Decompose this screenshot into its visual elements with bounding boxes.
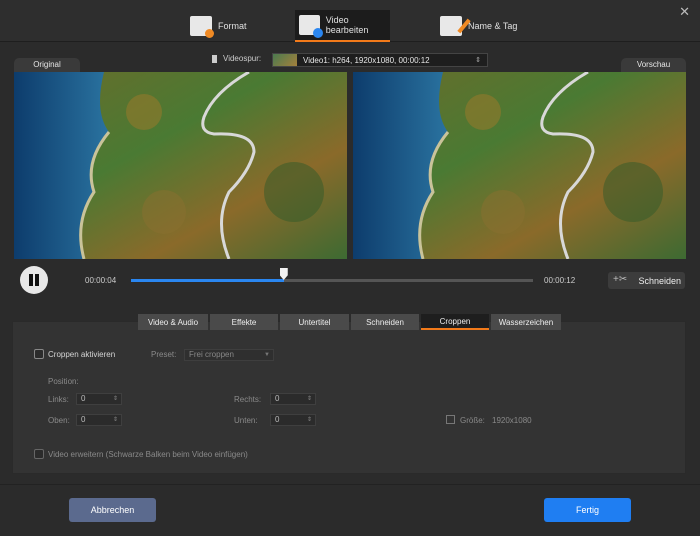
video-track-label: Videospur: <box>212 54 261 63</box>
current-time: 00:00:04 <box>85 276 117 285</box>
top-input[interactable]: 0 ⇕ <box>76 414 122 426</box>
stepper-icon[interactable]: ⇕ <box>307 394 312 404</box>
cut-button-label: Schneiden <box>638 275 681 286</box>
format-doc-gear-icon <box>190 16 214 38</box>
film-icon <box>212 54 217 63</box>
tab-name-tag-label: Name & Tag <box>468 21 518 31</box>
timeline-slider[interactable] <box>131 268 533 282</box>
tab-effekte[interactable]: Effekte <box>210 314 278 330</box>
close-icon[interactable]: ✕ <box>679 4 690 20</box>
aerial-forest-image <box>353 72 686 259</box>
cut-button[interactable]: +✂ Schneiden <box>608 272 685 289</box>
size-value: 1920x1080 <box>492 416 532 425</box>
right-input[interactable]: 0 ⇕ <box>270 393 316 405</box>
select-arrows-icon: ⇕ <box>475 57 481 64</box>
video-track-value: Video1: h264, 1920x1080, 00:00:12 <box>303 55 430 65</box>
pause-button[interactable] <box>20 266 48 294</box>
tab-wasserzeichen[interactable]: Wasserzeichen <box>491 314 561 330</box>
video-thumbnail <box>273 54 297 66</box>
stepper-icon[interactable]: ⇕ <box>113 394 118 404</box>
aerial-forest-image <box>14 72 347 259</box>
tab-video-bearbeiten[interactable]: Video bearbeiten <box>295 10 390 42</box>
tab-schneiden[interactable]: Schneiden <box>351 314 419 330</box>
top-toolbar: ✕ Format Video bearbeiten Name & Tag <box>0 0 700 42</box>
cancel-button[interactable]: Abbrechen <box>69 498 156 522</box>
bottom-input[interactable]: 0 ⇕ <box>270 414 316 426</box>
left-value: 0 <box>81 394 86 403</box>
video-track-text: Videospur: <box>223 54 262 63</box>
name-tag-pen-icon <box>440 16 462 36</box>
preview-label: Vorschau <box>621 58 686 72</box>
right-label: Rechts: <box>234 395 262 404</box>
preset-select[interactable]: Frei croppen ▼ <box>184 349 274 361</box>
stepper-icon[interactable]: ⇕ <box>307 415 312 425</box>
enable-crop-checkbox[interactable] <box>34 349 44 359</box>
position-label: Position: <box>48 377 79 386</box>
video-edit-scissors-icon <box>299 15 323 38</box>
tab-croppen[interactable]: Croppen <box>421 314 489 330</box>
tab-format[interactable]: Format <box>190 10 247 42</box>
total-time: 00:00:12 <box>544 276 576 285</box>
tab-video-bearbeiten-label: Video bearbeiten <box>325 15 369 35</box>
left-input[interactable]: 0 ⇕ <box>76 393 122 405</box>
size-label: Größe: <box>460 416 485 425</box>
tab-untertitel[interactable]: Untertitel <box>280 314 349 330</box>
done-button[interactable]: Fertig <box>544 498 631 522</box>
scissors-plus-icon: +✂ <box>613 274 628 285</box>
left-label: Links: <box>48 395 69 404</box>
bottom-value: 0 <box>275 415 280 424</box>
top-label: Oben: <box>48 416 70 425</box>
size-icon <box>446 415 455 424</box>
original-label: Original <box>14 58 80 72</box>
chevron-down-icon: ▼ <box>264 352 270 358</box>
stepper-icon[interactable]: ⇕ <box>113 415 118 425</box>
tab-name-tag[interactable]: Name & Tag <box>440 10 517 42</box>
preset-label: Preset: <box>151 350 177 359</box>
expand-video-label: Video erweitern (Schwarze Balken beim Vi… <box>48 450 248 459</box>
original-video-frame <box>14 72 347 259</box>
preview-video-frame <box>353 72 686 259</box>
expand-video-checkbox[interactable] <box>34 449 44 459</box>
preset-value: Frei croppen <box>189 350 234 359</box>
top-value: 0 <box>81 415 86 424</box>
bottom-label: Unten: <box>234 416 258 425</box>
enable-crop-label: Croppen aktivieren <box>48 350 116 359</box>
video-track-select[interactable]: Video1: h264, 1920x1080, 00:00:12 ⇕ <box>272 53 488 67</box>
tab-video-audio[interactable]: Video & Audio <box>138 314 208 330</box>
edit-tabs: Video & Audio Effekte Untertitel Schneid… <box>138 314 563 330</box>
right-value: 0 <box>275 394 280 403</box>
tab-format-label: Format <box>218 21 247 31</box>
timeline-progress <box>131 279 284 282</box>
